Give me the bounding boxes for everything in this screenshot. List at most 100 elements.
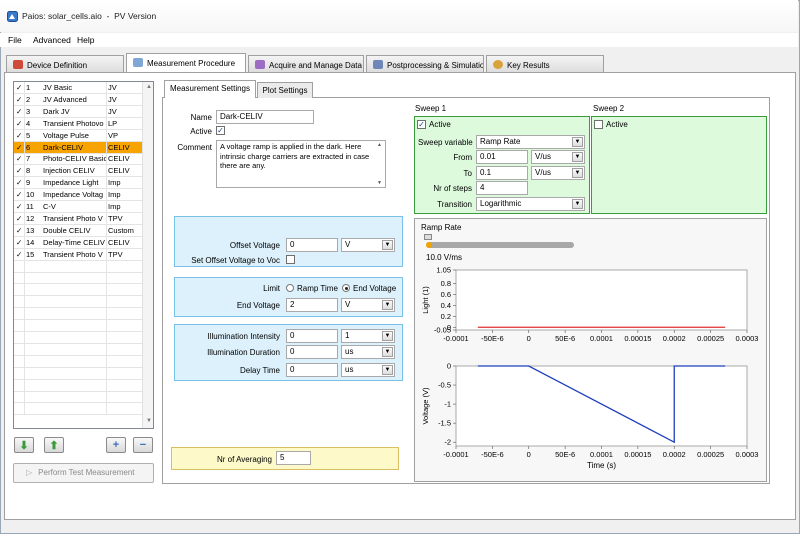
sweep-steps-input[interactable]: 4 (476, 181, 528, 195)
column-divider (106, 272, 107, 284)
remove-measurement-button[interactable]: − (133, 437, 153, 453)
list-item-num: 14 (26, 237, 35, 247)
y-axis-label: Voltage (V) (421, 387, 430, 425)
slider-thumb[interactable] (424, 234, 432, 240)
name-input[interactable]: Dark-CELIV (216, 110, 314, 124)
scroll-down-icon[interactable]: ▼ (146, 418, 152, 424)
menu-help[interactable]: Help (77, 35, 94, 45)
tab-acquire-data[interactable]: Acquire and Manage Data (248, 55, 364, 73)
list-item[interactable]: ✓ 5 Voltage Pulse VP (14, 129, 143, 142)
column-divider (24, 403, 25, 415)
illum-intensity-unit-select[interactable]: 1 ▼ (341, 329, 395, 343)
sweep2-active-label: Active (606, 120, 628, 129)
play-icon: ▷ (26, 468, 33, 477)
list-item[interactable]: ✓ 7 Photo-CELIV Basic CELIV (14, 153, 143, 166)
set-offset-checkbox[interactable] (286, 255, 295, 264)
tab-plot-settings[interactable]: Plot Settings (257, 82, 313, 98)
list-item[interactable]: ✓ 12 Transient Photo V TPV (14, 212, 143, 225)
illum-duration-input[interactable]: 0 (286, 345, 338, 359)
tab-postprocessing[interactable]: Postprocessing & Simulatio (366, 55, 484, 73)
column-divider (24, 129, 25, 141)
arrow-up-icon: ⬆ (49, 439, 59, 452)
end-voltage-radio-label: End Voltage (353, 284, 397, 293)
sweep-from-unit-select[interactable]: V/us ▼ (531, 150, 585, 164)
list-item[interactable]: ✓ 1 JV Basic JV (14, 82, 143, 94)
scroll-up-icon[interactable]: ▲ (377, 142, 382, 148)
list-item[interactable]: ✓ 3 Dark JV JV (14, 105, 143, 118)
tab-key-results[interactable]: Key Results (486, 55, 604, 73)
delay-time-input[interactable]: 0 (286, 363, 338, 377)
list-item-type: TPV (108, 249, 123, 259)
tab-label: Acquire and Manage Data (269, 61, 362, 70)
move-up-button[interactable]: ⬆ (44, 437, 64, 453)
list-item[interactable]: ✓ 14 Delay-Time CELIV CELIV (14, 236, 143, 249)
check-icon: ✓ (16, 237, 23, 247)
check-icon: ✓ (16, 106, 23, 116)
y-tick-label: 1.05 (436, 266, 451, 275)
illum-duration-label: Illumination Duration (207, 348, 280, 357)
list-item[interactable]: ✓ 10 Impedance Voltag Imp (14, 189, 143, 202)
tab-measurement-settings[interactable]: Measurement Settings (164, 80, 256, 98)
plot-area (455, 365, 748, 447)
illum-intensity-label: Illumination Intensity (207, 332, 280, 341)
ramp-time-radio[interactable] (286, 284, 294, 292)
tab-label: Measurement Procedure (147, 59, 236, 68)
offset-voltage-unit-select[interactable]: V ▼ (341, 238, 395, 252)
scroll-down-icon[interactable]: ▼ (377, 180, 382, 186)
check-icon: ✓ (16, 94, 23, 104)
list-item-num: 10 (26, 190, 35, 200)
list-item-name: JV Advanced (43, 94, 87, 104)
measurement-list[interactable]: ✓ 1 JV Basic JV ✓ 2 JV Advanced JV ✓ 3 Dark JV JV ✓ 4… (13, 81, 154, 429)
list-item[interactable]: ✓ 2 JV Advanced JV (14, 93, 143, 106)
x-tick-label: -0.0001 (443, 334, 468, 343)
sweep-from-input[interactable]: 0.01 (476, 150, 528, 164)
check-icon: ✓ (418, 120, 425, 129)
sweep2-active-checkbox[interactable] (594, 120, 603, 129)
active-checkbox[interactable]: ✓ (216, 126, 225, 135)
delay-time-unit-select[interactable]: us ▼ (341, 363, 395, 377)
illum-duration-unit-select[interactable]: us ▼ (341, 345, 395, 359)
end-voltage-radio[interactable] (342, 284, 350, 292)
offset-voltage-input[interactable]: 0 (286, 238, 338, 252)
menu-advanced[interactable]: Advanced (33, 35, 71, 45)
y-axis-label: Light (1) (421, 286, 430, 314)
x-axis-label: Time (s) (587, 461, 616, 470)
scroll-up-icon[interactable]: ▲ (146, 84, 152, 90)
end-voltage-input[interactable]: 2 (286, 298, 338, 312)
list-item[interactable]: ✓ 9 Impedance Light Imp (14, 177, 143, 190)
ramp-rate-slider[interactable] (426, 242, 574, 248)
comment-textarea[interactable]: A voltage ramp is applied in the dark. H… (216, 140, 386, 188)
tab-device-definition[interactable]: Device Definition (6, 55, 124, 73)
list-item-empty (14, 272, 143, 285)
list-scrollbar[interactable]: ▲ ▼ (142, 82, 153, 428)
list-item[interactable]: ✓ 4 Transient Photovo LP (14, 117, 143, 130)
list-item[interactable]: ✓ 15 Transient Photo V TPV (14, 248, 143, 261)
tab-measurement-procedure[interactable]: Measurement Procedure (126, 53, 246, 73)
list-item[interactable]: ✓ 6 Dark-CELIV CELIV (14, 141, 143, 154)
sweep1-active-checkbox[interactable]: ✓ (417, 120, 426, 129)
perform-test-button[interactable]: ▷ Perform Test Measurement (13, 463, 154, 483)
list-item[interactable]: ✓ 13 Double CELIV Custom (14, 224, 143, 237)
sweep1-active-label: Active (429, 120, 451, 129)
add-measurement-button[interactable]: + (106, 437, 126, 453)
key-results-icon (493, 60, 503, 69)
column-divider (106, 93, 107, 105)
sweep-to-unit-select[interactable]: V/us ▼ (531, 166, 585, 180)
column-divider (106, 236, 107, 248)
end-voltage-unit-select[interactable]: V ▼ (341, 298, 395, 312)
sweep-to-input[interactable]: 0.1 (476, 166, 528, 180)
list-item[interactable]: ✓ 8 Injection CELIV CELIV (14, 165, 143, 178)
list-item[interactable]: ✓ 11 C-V Imp (14, 201, 143, 213)
illum-intensity-input[interactable]: 0 (286, 329, 338, 343)
device-icon (13, 60, 23, 69)
move-down-button[interactable]: ⬇ (14, 437, 34, 453)
column-divider (106, 308, 107, 320)
sweep-transition-select[interactable]: Logarithmic ▼ (476, 197, 585, 211)
list-item-type: CELIV (108, 166, 130, 176)
menu-file[interactable]: File (8, 35, 22, 45)
window-title: Paios: solar_cells.aio - PV Version (22, 11, 157, 21)
column-divider (106, 224, 107, 236)
averaging-input[interactable]: 5 (276, 451, 311, 465)
sweep-variable-select[interactable]: Ramp Rate ▼ (476, 135, 585, 149)
column-divider (24, 343, 25, 355)
